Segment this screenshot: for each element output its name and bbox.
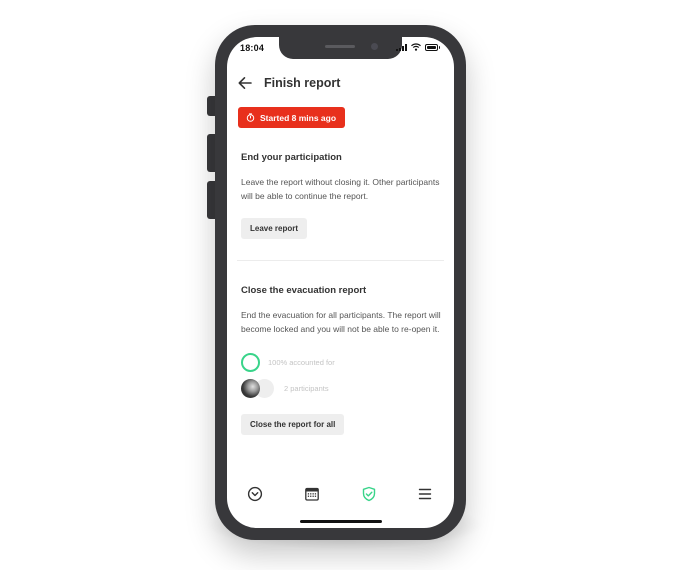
participants-label: 2 participants [284,384,329,393]
page-title: Finish report [264,76,341,90]
battery-icon [425,43,440,51]
nav-item-safety[interactable] [361,486,377,502]
close-section: Close the evacuation report End the evac… [241,285,446,435]
accounted-progress-ring [241,353,260,372]
bottom-nav [227,486,454,506]
chevron-down-circle-icon [247,486,263,502]
participant-avatars [241,379,276,398]
phone-notch [279,37,402,59]
stage: 18:04 Finish report Started 8 mins ago E… [0,0,685,570]
hamburger-menu-icon [418,488,432,500]
participants-row: 2 participants [241,379,446,398]
nav-item-menu[interactable] [417,486,433,502]
shield-check-icon [362,486,376,502]
close-section-title: Close the evacuation report [241,285,367,296]
stopwatch-icon [246,113,255,122]
leave-section: End your participation Leave the report … [241,152,446,239]
avatar [241,379,260,398]
section-divider [237,260,444,261]
camera [371,43,378,50]
started-badge-label: Started 8 mins ago [260,112,337,123]
accounted-label: 100% accounted for [268,358,335,367]
leave-report-button[interactable]: Leave report [241,218,308,239]
speaker [325,45,355,48]
started-badge: Started 8 mins ago [238,107,346,128]
home-indicator[interactable] [300,520,382,523]
status-time: 18:04 [240,43,265,53]
nav-item-dropdown[interactable] [247,486,263,502]
nav-item-calendar[interactable] [304,486,320,502]
accounted-row: 100% accounted for [241,353,446,372]
status-icons [396,43,440,51]
phone-screen: 18:04 Finish report Started 8 mins ago E… [227,37,454,528]
wifi-icon [411,43,421,51]
signal-icon [396,43,407,51]
calendar-icon [305,487,319,501]
leave-section-description: Leave the report without closing it. Oth… [241,177,440,201]
close-report-button[interactable]: Close the report for all [241,414,345,435]
header: Finish report [237,75,340,91]
close-section-description: End the evacuation for all participants.… [241,310,441,334]
leave-section-title: End your participation [241,152,342,163]
back-arrow-icon[interactable] [237,75,253,91]
